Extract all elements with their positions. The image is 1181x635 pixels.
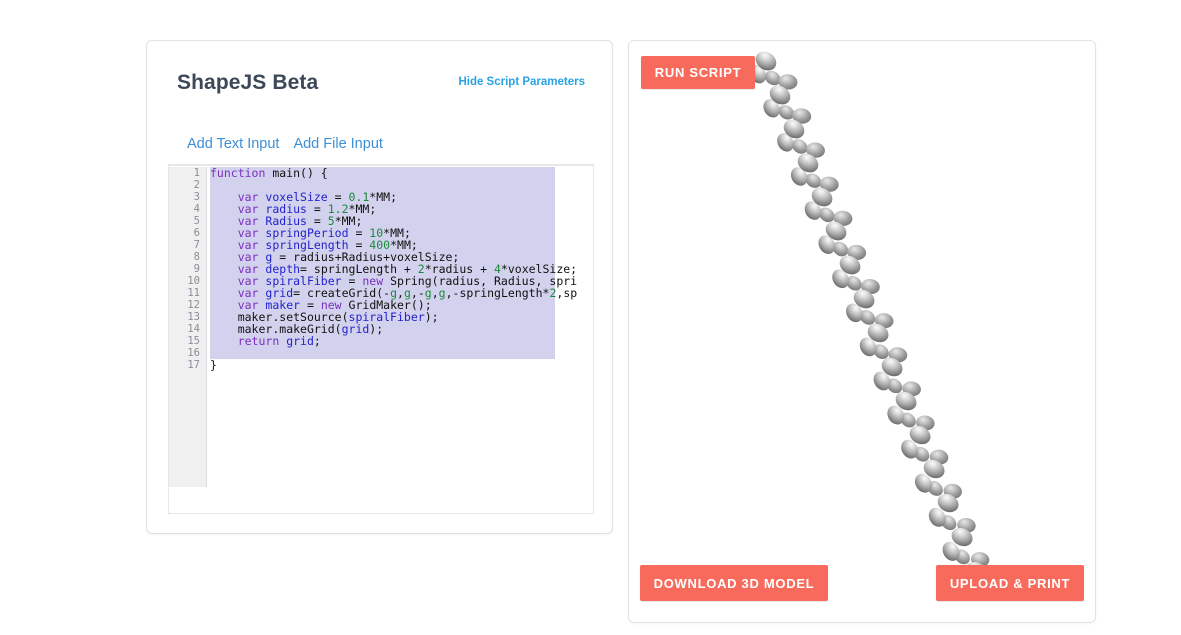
- code-line: }: [210, 358, 217, 372]
- line-number: 5: [193, 215, 200, 227]
- download-3d-model-button[interactable]: DOWNLOAD 3D MODEL: [640, 565, 828, 601]
- model-preview-panel: RUN SCRIPT DOWNLOAD 3D MODEL UPLOAD & PR…: [628, 40, 1096, 623]
- page-title: ShapeJS Beta: [177, 71, 319, 94]
- input-links-row: Add Text Input Add File Input: [187, 136, 383, 152]
- line-number: 12: [187, 299, 200, 311]
- line-number: 17: [187, 359, 200, 371]
- code-text-area[interactable]: function main() { var voxelSize = 0.1*MM…: [208, 167, 593, 513]
- code-line: function main() {: [210, 167, 555, 179]
- panel-header: ShapeJS Beta Hide Script Parameters: [177, 71, 585, 105]
- line-number: 10: [187, 275, 200, 287]
- line-number: 6: [193, 227, 200, 239]
- hide-script-parameters-link[interactable]: Hide Script Parameters: [458, 76, 585, 88]
- line-number: 4: [193, 203, 200, 215]
- code-line: return grid;: [210, 335, 555, 347]
- code-editor[interactable]: 1 2 3 4 5 6 7 8 9 10 11 12 13 14 15 16 17 function main(…: [168, 164, 594, 514]
- app-root: ShapeJS Beta Hide Script Parameters Add …: [0, 0, 1181, 635]
- line-number: 8: [193, 251, 200, 263]
- line-number: 14: [187, 323, 200, 335]
- line-number: 9: [193, 263, 200, 275]
- run-script-button[interactable]: RUN SCRIPT: [641, 56, 755, 89]
- add-text-input-link[interactable]: Add Text Input: [187, 136, 279, 152]
- line-number: 16: [187, 347, 200, 359]
- line-number: 13: [187, 311, 200, 323]
- line-number-gutter: 1 2 3 4 5 6 7 8 9 10 11 12 13 14 15 16 17: [169, 167, 207, 487]
- code-lines: function main() { var voxelSize = 0.1*MM…: [210, 167, 593, 371]
- line-number: 2: [193, 179, 200, 191]
- model-viewport[interactable]: [629, 41, 1095, 622]
- line-number: 7: [193, 239, 200, 251]
- code-line: [210, 347, 555, 359]
- upload-and-print-button[interactable]: UPLOAD & PRINT: [936, 565, 1084, 601]
- spring-coils: [749, 51, 990, 595]
- editor-top-rule: [169, 165, 593, 166]
- line-number: 3: [193, 191, 200, 203]
- line-number: 11: [187, 287, 200, 299]
- line-number: 1: [193, 167, 200, 179]
- script-editor-panel: ShapeJS Beta Hide Script Parameters Add …: [146, 40, 613, 534]
- spiral-spring-3d-model: [749, 51, 990, 595]
- line-number: 15: [187, 335, 200, 347]
- add-file-input-link[interactable]: Add File Input: [293, 136, 382, 152]
